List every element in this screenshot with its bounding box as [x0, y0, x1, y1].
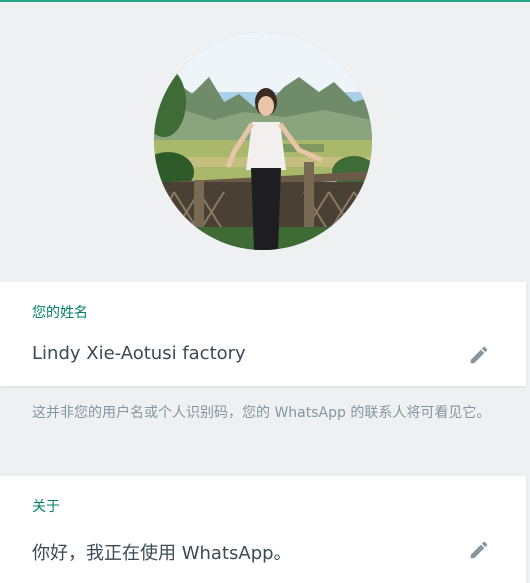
profile-photo-image [154, 32, 372, 250]
profile-photo[interactable] [154, 32, 372, 250]
pencil-icon [470, 541, 488, 559]
edit-name-button[interactable] [468, 344, 490, 366]
name-card: 您的姓名 Lindy Xie-Aotusi factory [0, 282, 526, 386]
about-label: 关于 [32, 499, 60, 515]
profile-photo-section [0, 2, 530, 280]
edit-about-button[interactable] [468, 539, 490, 561]
about-value: 你好，我正在使用 WhatsApp。 [32, 543, 292, 564]
about-card: 关于 你好，我正在使用 WhatsApp。 [0, 476, 526, 583]
name-hint: 这并非您的用户名或个人识别码，您的 WhatsApp 的联系人将可看见它。 [32, 405, 491, 421]
name-value: Lindy Xie-Aotusi factory [32, 343, 246, 364]
pencil-icon [470, 346, 488, 364]
name-label: 您的姓名 [32, 305, 88, 321]
